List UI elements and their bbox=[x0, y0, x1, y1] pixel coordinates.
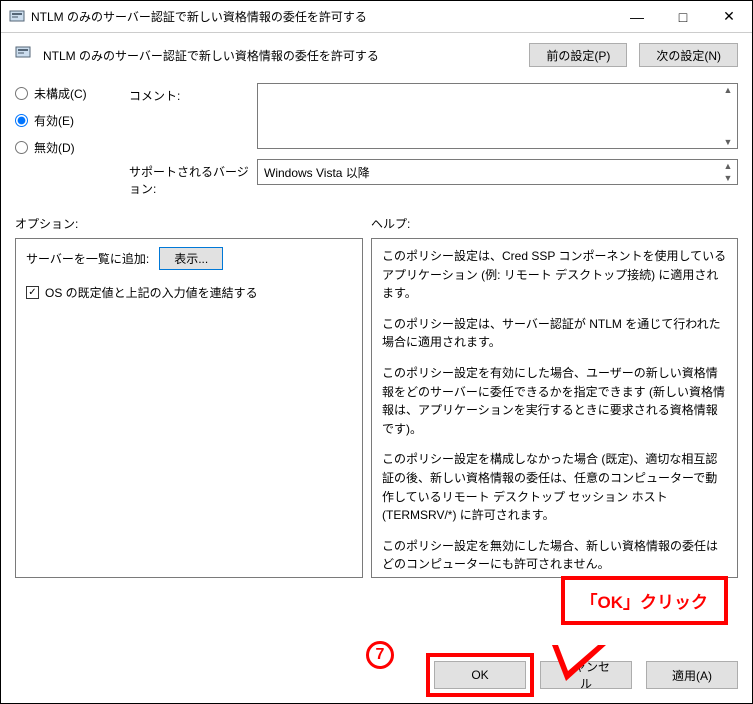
help-pane[interactable]: このポリシー設定は、Cred SSP コンポーネントを使用しているアプリケーショ… bbox=[371, 238, 738, 578]
help-text: このポリシー設定を無効にした場合、新しい資格情報の委任はどのコンピューターにも許… bbox=[382, 537, 727, 574]
scroll-up-icon[interactable]: ▲ bbox=[721, 161, 735, 171]
header-row: NTLM のみのサーバー認証で新しい資格情報の委任を許可する 前の設定(P) 次… bbox=[1, 33, 752, 75]
annotation-bubble: 「OK」クリック bbox=[561, 576, 729, 625]
scroll-up-icon[interactable]: ▲ bbox=[721, 85, 735, 95]
annotation-step-marker: 7 bbox=[366, 641, 394, 669]
help-text: このポリシー設定を有効にした場合、ユーザーの新しい資格情報をどのサーバーに委任で… bbox=[382, 364, 727, 438]
state-radios: 未構成(C) 有効(E) 無効(D) bbox=[15, 83, 111, 197]
window-controls: — □ ✕ bbox=[614, 1, 752, 32]
section-labels: オプション: ヘルプ: bbox=[1, 203, 752, 238]
version-display: Windows Vista 以降 ▲ ▼ bbox=[257, 159, 738, 185]
checkbox-icon: ✓ bbox=[26, 286, 39, 299]
radio-not-configured[interactable]: 未構成(C) bbox=[15, 85, 111, 102]
show-button[interactable]: 表示... bbox=[159, 247, 223, 270]
options-pane: サーバーを一覧に追加: 表示... ✓ OS の既定値と上記の入力値を連結する bbox=[15, 238, 363, 578]
scroll-down-icon[interactable]: ▼ bbox=[721, 173, 735, 183]
help-text: このポリシー設定は、Cred SSP コンポーネントを使用しているアプリケーショ… bbox=[382, 247, 727, 303]
version-label: サポートされるバージョン: bbox=[129, 159, 249, 197]
prev-setting-button[interactable]: 前の設定(P) bbox=[529, 43, 627, 67]
help-text: このポリシー設定を構成しなかった場合 (既定)、適切な相互認証の後、新しい資格情… bbox=[382, 450, 727, 524]
concat-checkbox[interactable]: ✓ OS の既定値と上記の入力値を連結する bbox=[26, 284, 352, 301]
radio-disabled[interactable]: 無効(D) bbox=[15, 139, 111, 156]
gpedit-dialog-window: NTLM のみのサーバー認証で新しい資格情報の委任を許可する — □ ✕ NTL… bbox=[0, 0, 753, 704]
panes: サーバーを一覧に追加: 表示... ✓ OS の既定値と上記の入力値を連結する … bbox=[1, 238, 752, 588]
help-label: ヘルプ: bbox=[371, 215, 738, 232]
next-setting-button[interactable]: 次の設定(N) bbox=[639, 43, 738, 67]
titlebar: NTLM のみのサーバー認証で新しい資格情報の委任を許可する — □ ✕ bbox=[1, 1, 752, 33]
policy-icon bbox=[9, 9, 25, 25]
apply-button[interactable]: 適用(A) bbox=[646, 661, 738, 689]
help-text: このポリシー設定は、サーバー認証が NTLM を通じて行われた場合に適用されます… bbox=[382, 315, 727, 352]
comment-label: コメント: bbox=[129, 83, 249, 104]
radio-enabled[interactable]: 有効(E) bbox=[15, 112, 111, 129]
add-servers-label: サーバーを一覧に追加: bbox=[26, 250, 149, 267]
policy-icon bbox=[15, 45, 35, 65]
window-title: NTLM のみのサーバー認証で新しい資格情報の委任を許可する bbox=[31, 8, 614, 25]
maximize-button[interactable]: □ bbox=[660, 1, 706, 32]
minimize-button[interactable]: — bbox=[614, 1, 660, 32]
comment-input[interactable]: ▲ ▼ bbox=[257, 83, 738, 149]
policy-title: NTLM のみのサーバー認証で新しい資格情報の委任を許可する bbox=[43, 47, 521, 64]
ok-button[interactable]: OK bbox=[434, 661, 526, 689]
options-label: オプション: bbox=[15, 215, 371, 232]
config-area: 未構成(C) 有効(E) 無効(D) コメント: ▲ ▼ サポートされるバージョ… bbox=[1, 75, 752, 203]
close-button[interactable]: ✕ bbox=[706, 1, 752, 32]
concat-checkbox-label: OS の既定値と上記の入力値を連結する bbox=[45, 284, 258, 301]
scroll-down-icon[interactable]: ▼ bbox=[721, 137, 735, 147]
